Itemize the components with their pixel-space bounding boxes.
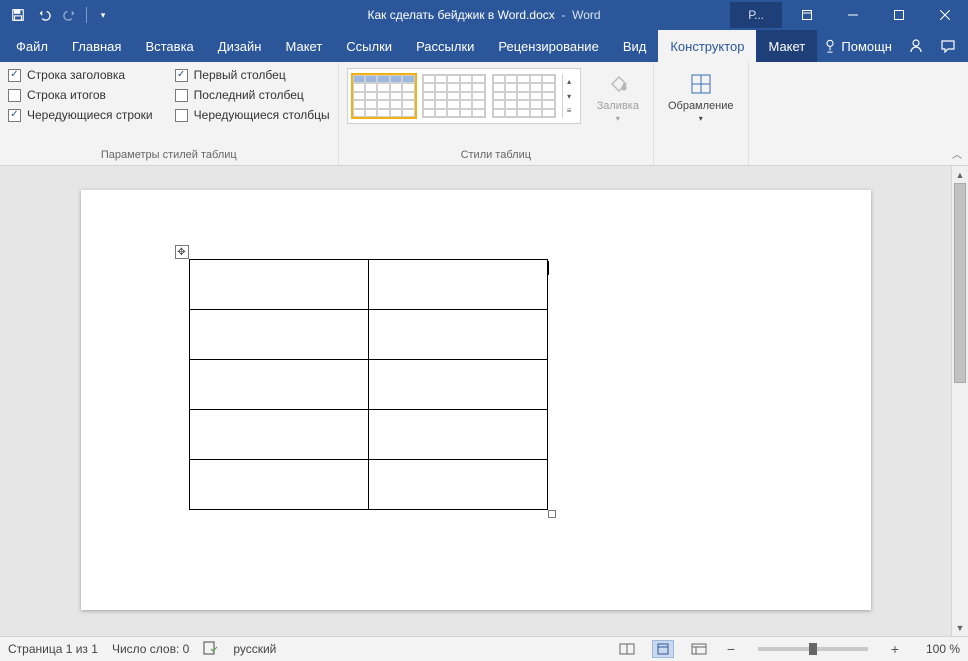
print-layout-button[interactable] [652,640,674,658]
table-cell[interactable] [368,460,547,510]
group-label: Параметры стилей таблиц [8,149,330,163]
ribbon: ✓Строка заголовка Строка итогов ✓Чередую… [0,62,968,166]
table-resize-handle[interactable] [548,510,556,518]
tab-insert[interactable]: Вставка [133,30,205,62]
read-mode-button[interactable] [616,640,638,658]
table-style-thumb[interactable] [492,74,556,118]
table-cell[interactable] [368,260,547,310]
status-page[interactable]: Страница 1 из 1 [8,642,98,656]
table-style-thumb[interactable] [422,74,486,118]
group-table-styles: ▴▾≡ Заливка ▾ Стили таблиц [339,62,654,165]
tab-table-design[interactable]: Конструктор [658,30,756,62]
redo-button[interactable] [58,3,82,27]
workspace: ✥ ▲ ▼ [0,166,968,636]
vertical-scrollbar[interactable]: ▲ ▼ [951,166,968,636]
group-table-style-options: ✓Строка заголовка Строка итогов ✓Чередую… [0,62,339,165]
table-cell[interactable] [189,310,368,360]
quick-access-toolbar: ▾ [0,3,115,27]
group-label: Стили таблиц [347,149,645,163]
document-table[interactable]: ✥ [189,259,548,510]
chk-banded-columns[interactable]: Чередующиеся столбцы [175,108,330,122]
table-style-thumb[interactable] [352,74,416,118]
table-move-handle[interactable]: ✥ [175,245,189,259]
chk-last-column[interactable]: Последний столбец [175,88,330,102]
tab-design[interactable]: Дизайн [206,30,274,62]
chk-first-column[interactable]: ✓Первый столбец [175,68,330,82]
qat-customize-button[interactable]: ▾ [91,3,115,27]
collapse-ribbon-button[interactable]: ︿ [952,146,962,161]
table-cell[interactable] [368,310,547,360]
borders-icon [687,70,715,98]
document-area[interactable]: ✥ [0,166,951,636]
scroll-down-button[interactable]: ▼ [952,619,968,636]
ribbon-tabs: Файл Главная Вставка Дизайн Макет Ссылки… [0,30,968,62]
title-bar: ▾ Как сделать бейджик в Word.docx - Word… [0,0,968,30]
zoom-slider[interactable] [758,647,868,651]
chk-total-row[interactable]: Строка итогов [8,88,153,102]
tab-view[interactable]: Вид [611,30,659,62]
minimize-button[interactable] [830,0,876,30]
maximize-button[interactable] [876,0,922,30]
web-layout-button[interactable] [688,640,710,658]
chk-header-row[interactable]: ✓Строка заголовка [8,68,153,82]
tab-layout[interactable]: Макет [273,30,334,62]
table-cell[interactable] [189,460,368,510]
scroll-up-button[interactable]: ▲ [952,166,968,183]
table-cell[interactable] [368,360,547,410]
table-styles-gallery[interactable]: ▴▾≡ [347,68,581,124]
status-language[interactable]: русский [233,642,276,656]
share-button[interactable] [902,30,930,62]
zoom-slider-knob[interactable] [809,643,817,655]
spellcheck-icon[interactable] [203,641,219,658]
shading-button[interactable]: Заливка ▾ [591,68,645,125]
page[interactable]: ✥ [81,190,871,610]
scroll-thumb[interactable] [954,183,966,383]
table-cell[interactable] [189,360,368,410]
save-button[interactable] [6,3,30,27]
ribbon-display-button[interactable] [784,0,830,30]
borders-button[interactable]: Обрамление ▾ [662,68,740,125]
table-cell[interactable] [368,410,547,460]
zoom-level[interactable]: 100 % [916,642,960,656]
tell-me-button[interactable]: Помощн [817,30,898,62]
table-cell[interactable] [189,410,368,460]
status-word-count[interactable]: Число слов: 0 [112,642,189,656]
bucket-icon [604,70,632,98]
chk-banded-rows[interactable]: ✓Чередующиеся строки [8,108,153,122]
status-bar: Страница 1 из 1 Число слов: 0 русский − … [0,636,968,661]
gallery-expand-button[interactable]: ▴▾≡ [562,74,576,118]
account-button[interactable]: Р... [730,2,782,28]
zoom-out-button[interactable]: − [724,641,738,657]
close-button[interactable] [922,0,968,30]
comments-button[interactable] [934,30,962,62]
tab-home[interactable]: Главная [60,30,133,62]
tab-references[interactable]: Ссылки [334,30,404,62]
table-cell[interactable] [189,260,368,310]
undo-button[interactable] [32,3,56,27]
zoom-in-button[interactable]: + [888,641,902,657]
tab-table-layout[interactable]: Макет [756,30,817,62]
scroll-track[interactable] [952,183,968,619]
tab-mailings[interactable]: Рассылки [404,30,486,62]
tab-review[interactable]: Рецензирование [486,30,610,62]
tab-file[interactable]: Файл [4,30,60,62]
group-borders: Обрамление ▾ [654,62,749,165]
